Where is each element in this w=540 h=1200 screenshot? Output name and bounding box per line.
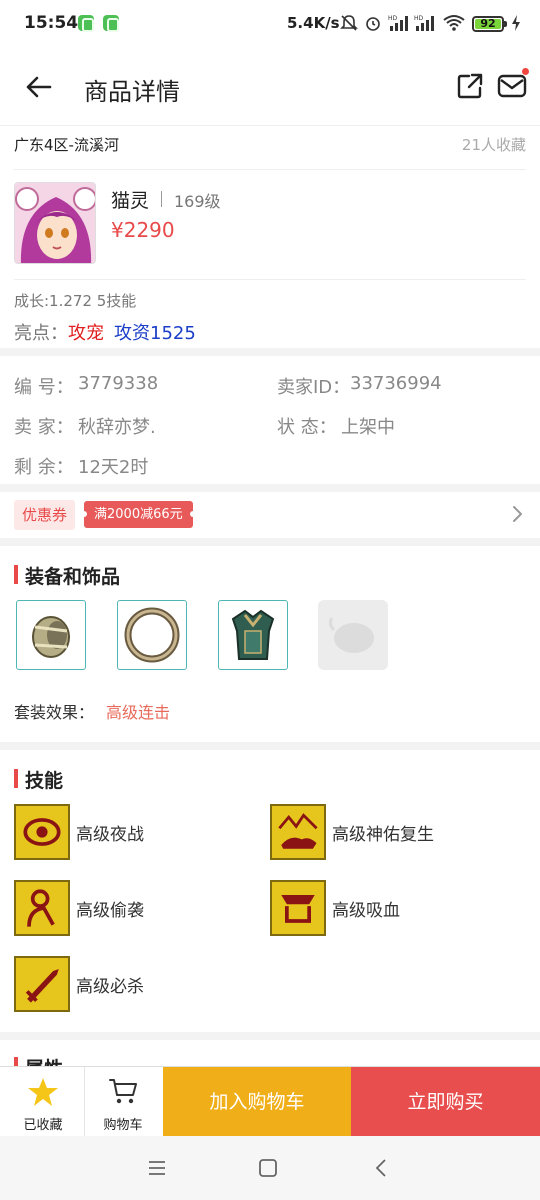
price: ¥2290	[111, 218, 175, 242]
section-gap	[0, 538, 540, 546]
skill-item[interactable]: 高级偷袭	[14, 880, 254, 936]
favorite-count: 21人收藏	[461, 136, 526, 154]
page-title: 商品详情	[84, 78, 180, 106]
add-to-cart-button[interactable]: 加入购物车	[163, 1067, 351, 1137]
chevron-right-icon[interactable]	[510, 505, 524, 523]
server-name: 广东4区-流溪河	[14, 136, 119, 154]
remaining-value: 12天2时	[78, 457, 149, 478]
bracer-icon	[32, 616, 70, 658]
separator	[161, 191, 162, 207]
cart-icon	[109, 1079, 137, 1104]
message-icon[interactable]	[497, 72, 527, 100]
skills-title: 技能	[14, 766, 63, 793]
cart-button[interactable]: 购物车	[82, 1067, 164, 1137]
skill-item[interactable]: 高级必杀	[14, 956, 254, 1012]
pet-portrait-image	[15, 183, 95, 263]
pet-avatar[interactable]	[14, 182, 96, 264]
armor-icon	[231, 609, 275, 660]
app-notification-icon	[103, 15, 119, 32]
signal-icon: HD	[414, 15, 434, 31]
equipment-slot[interactable]	[16, 600, 86, 670]
app-notification-icon	[78, 15, 94, 32]
id-label: 编 号：	[14, 377, 74, 398]
signal-icon: HD	[388, 15, 408, 31]
set-effect-label: 套装效果：	[14, 703, 95, 722]
seller-value: 秋辞亦梦.	[78, 417, 156, 438]
coupon-tag: 优惠券	[14, 500, 76, 530]
empty-slot-icon	[328, 617, 374, 653]
equipment-slot[interactable]	[117, 600, 187, 670]
skill-label: 高级偷袭	[76, 901, 144, 921]
skill-item[interactable]: 高级神佑复生	[270, 804, 520, 860]
divider	[14, 169, 526, 170]
menu-icon[interactable]	[145, 1156, 169, 1180]
section-gap	[0, 348, 540, 356]
seller-id-label: 卖家ID：	[277, 377, 351, 398]
remaining-label: 剩 余：	[14, 457, 74, 478]
collected-button[interactable]: 已收藏	[2, 1067, 84, 1137]
mute-bell-icon	[340, 15, 358, 31]
unread-dot	[522, 68, 529, 75]
sneak-attack-icon	[14, 880, 70, 936]
seller-label: 卖 家：	[14, 417, 74, 438]
seller-id-value: 33736994	[350, 373, 442, 394]
collected-label: 已收藏	[23, 1118, 63, 1133]
home-icon[interactable]	[256, 1156, 280, 1180]
skill-label: 高级神佑复生	[332, 825, 434, 845]
attributes-title-clip: 属性	[14, 1054, 214, 1066]
svg-text:HD: HD	[414, 15, 424, 22]
cart-label: 购物车	[103, 1118, 143, 1133]
skill-label: 高级吸血	[332, 901, 400, 921]
highlight-tag: 攻宠	[68, 323, 104, 344]
charging-icon	[512, 15, 520, 31]
empty-equipment-slot[interactable]	[318, 600, 388, 670]
highlight-tag: 攻资1525	[114, 323, 196, 344]
id-value: 3779338	[78, 373, 159, 394]
wifi-icon	[443, 15, 465, 31]
system-nav-bar	[0, 1136, 540, 1200]
coupon-badge: 满2000减66元	[81, 501, 196, 528]
ring-icon	[124, 607, 180, 663]
set-effect-value: 高级连击	[106, 703, 171, 722]
star-icon	[28, 1078, 58, 1106]
divider	[14, 279, 526, 280]
section-gap	[0, 742, 540, 750]
pet-name: 猫灵	[111, 190, 150, 212]
section-gap	[0, 484, 540, 492]
night-battle-icon	[14, 804, 70, 860]
life-drain-icon	[270, 880, 326, 936]
battery-icon: 92	[472, 16, 507, 32]
status-bar: 15:54 5.4K/s HD HD 92	[0, 0, 540, 48]
highlight-label: 亮点：	[14, 323, 68, 344]
section-gap	[0, 1032, 540, 1040]
critical-strike-icon	[14, 956, 70, 1012]
status-value: 上架中	[341, 417, 395, 438]
attributes-title: 属性	[14, 1054, 214, 1066]
pet-level: 169级	[174, 192, 221, 211]
skill-item[interactable]: 高级吸血	[270, 880, 520, 936]
battery-level: 92	[480, 17, 496, 30]
skill-label: 高级夜战	[76, 825, 144, 845]
bottom-action-bar: 已收藏 购物车 加入购物车 立即购买	[0, 1066, 540, 1137]
equipment-slot[interactable]	[218, 600, 288, 670]
network-speed: 5.4K/s	[287, 14, 340, 32]
top-nav: 商品详情	[0, 48, 540, 126]
status-label: 状 态：	[277, 417, 337, 438]
clock: 15:54	[24, 13, 79, 33]
back-icon[interactable]	[370, 1156, 394, 1180]
skill-item[interactable]: 高级夜战	[14, 804, 254, 860]
back-arrow-icon[interactable]	[24, 72, 54, 102]
share-icon[interactable]	[456, 72, 484, 100]
buy-now-button[interactable]: 立即购买	[351, 1067, 540, 1137]
svg-text:HD: HD	[388, 15, 398, 22]
growth-info: 成长:1.272 5技能	[14, 292, 137, 310]
alarm-icon	[366, 17, 380, 31]
divine-revival-icon	[270, 804, 326, 860]
equipment-title: 装备和饰品	[14, 562, 120, 589]
skill-label: 高级必杀	[76, 977, 144, 997]
